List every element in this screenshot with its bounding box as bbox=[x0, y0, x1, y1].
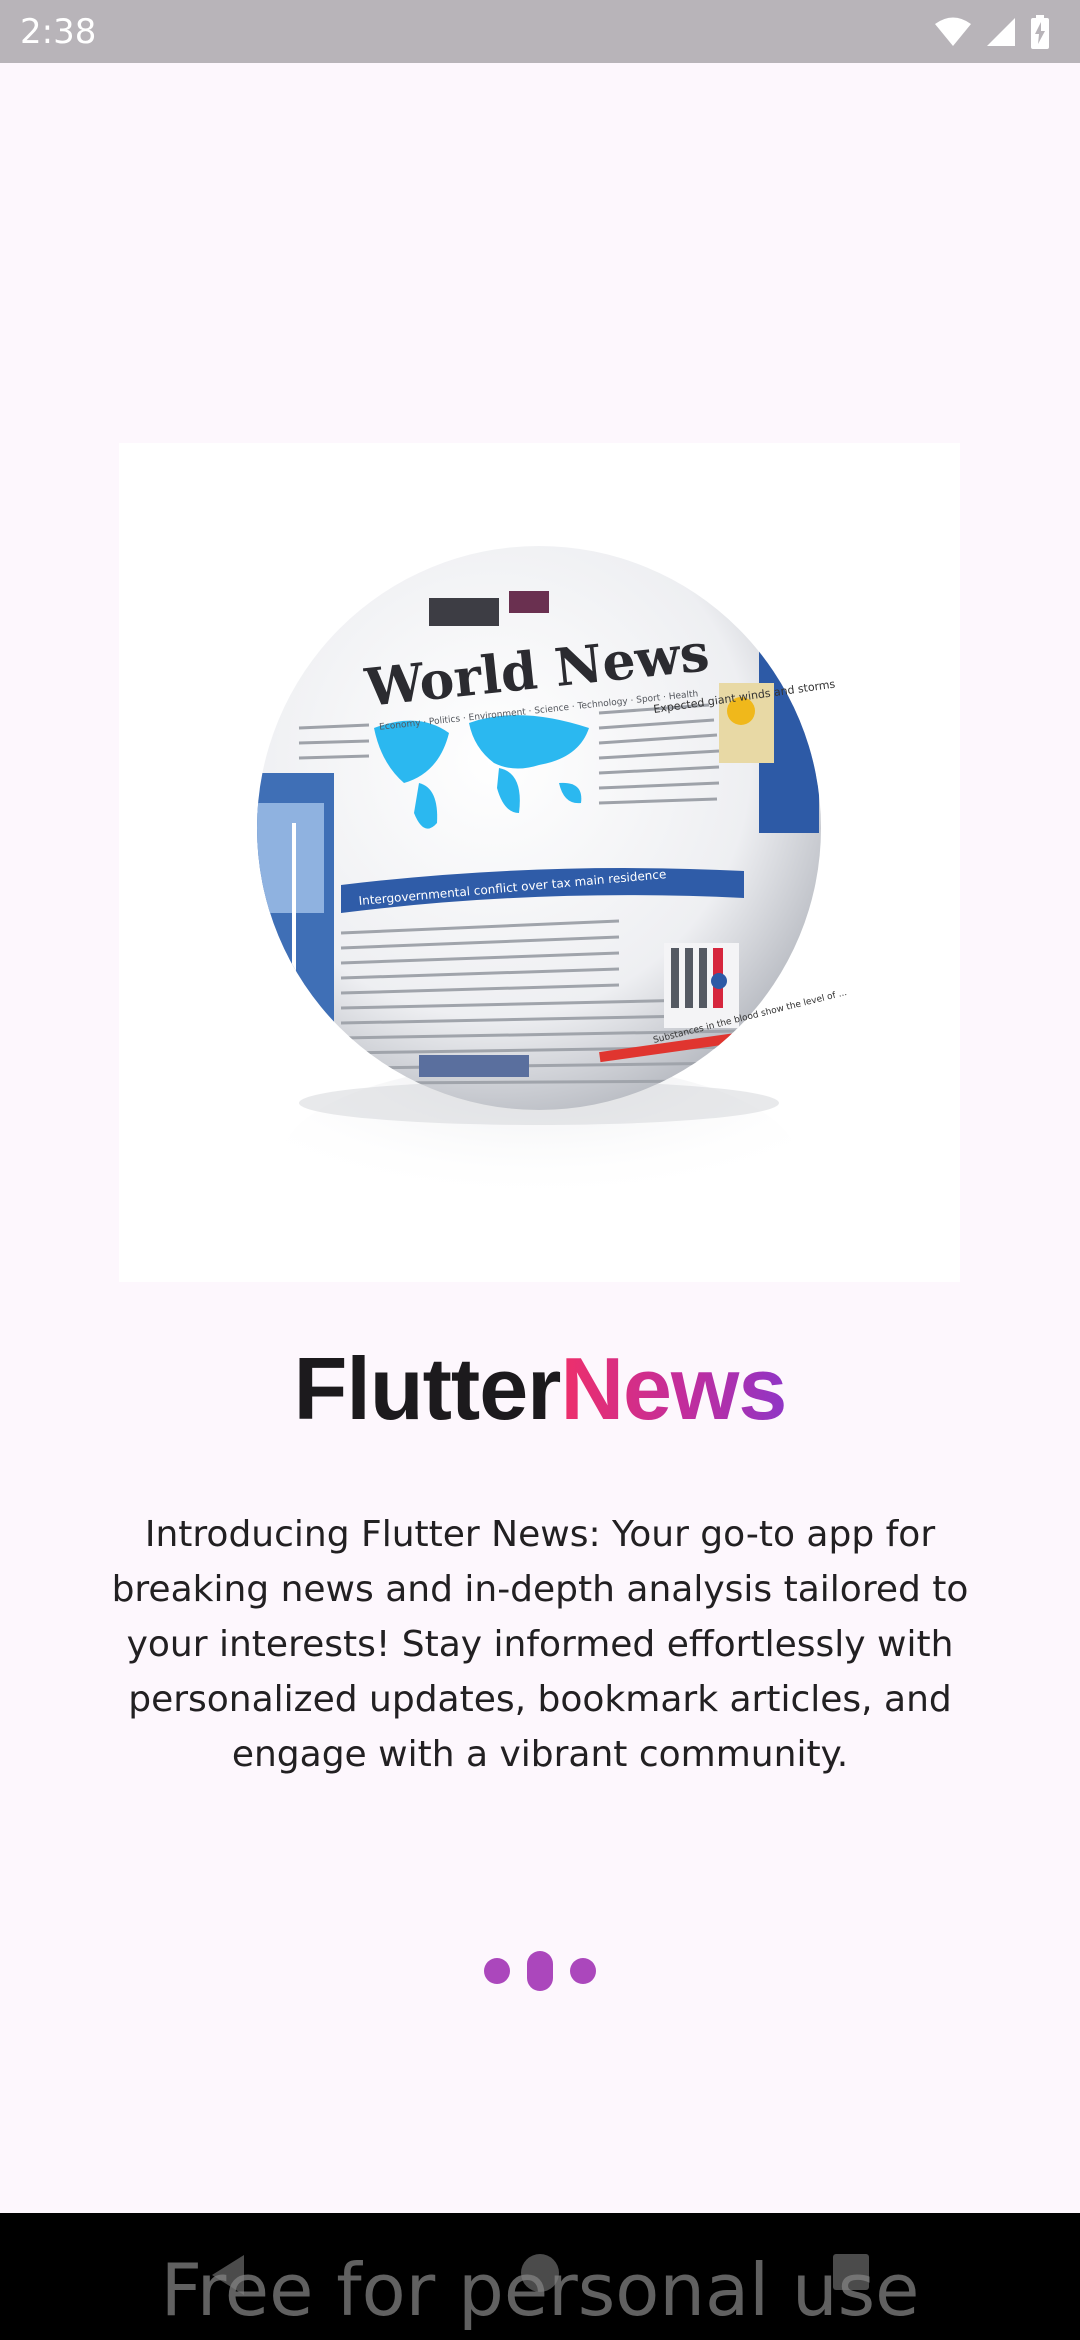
status-icons bbox=[934, 14, 1050, 50]
cellular-signal-icon bbox=[987, 18, 1015, 46]
watermark-text: Free for personal use bbox=[160, 2248, 920, 2332]
status-time: 2:38 bbox=[20, 12, 97, 52]
app-title: FlutterNews bbox=[0, 1338, 1080, 1440]
status-bar: 2:38 bbox=[0, 0, 1080, 63]
page-indicator[interactable] bbox=[0, 1950, 1080, 1992]
app-title-news: News bbox=[560, 1339, 787, 1438]
wifi-icon bbox=[935, 17, 971, 46]
battery-icon bbox=[1031, 15, 1049, 49]
intro-text: Introducing Flutter News: Your go-to app… bbox=[111, 1514, 969, 1775]
hero-image: World News Economy · Politics · Environm… bbox=[119, 443, 960, 1282]
newspaper-globe-illustration: World News Economy · Politics · Environm… bbox=[257, 546, 848, 1263]
page-dot-2-active[interactable] bbox=[527, 1951, 553, 1991]
page-dot-3[interactable] bbox=[570, 1958, 596, 1984]
app-title-flutter: Flutter bbox=[293, 1339, 562, 1438]
page-dot-1[interactable] bbox=[484, 1958, 510, 1984]
